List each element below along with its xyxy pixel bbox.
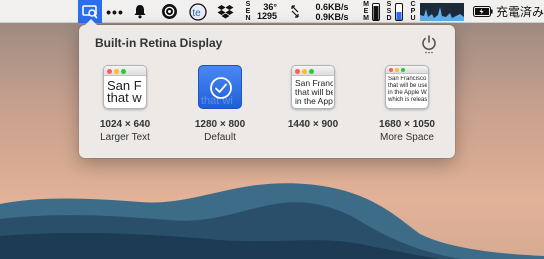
resolution-caption: More Space [380, 132, 434, 143]
checkmark-icon [210, 77, 232, 99]
power-icon[interactable] [419, 34, 439, 54]
resolution-size: 1680 × 1050 [379, 119, 435, 130]
resolution-size: 1024 × 640 [99, 119, 151, 130]
menu-bar: ••• te SEN 36° 1295 0.6KB/s 0.9KB/s MEM … [0, 0, 544, 23]
cpu-label: CPU [408, 0, 418, 23]
memory-label: MEM [361, 0, 371, 23]
network-arrows-icon [288, 0, 302, 23]
preview-text: San Francisco is that will be use in the… [388, 76, 427, 103]
memory-label-text: MEM [363, 1, 369, 22]
ssd-label-text: SSD [386, 1, 392, 22]
memory-gauge[interactable] [371, 0, 381, 23]
resolution-option-1024x640[interactable]: San F that w 1024 × 640 Larger Text [80, 65, 170, 151]
cpu-graph[interactable] [418, 0, 466, 23]
preview-text: San F that w [107, 80, 142, 104]
display-resolution-popover: Built-in Retina Display San F that w 102… [79, 19, 455, 158]
desktop-mountain [0, 183, 544, 259]
resolution-option-1680x1050[interactable]: San Francisco is that will be use in the… [362, 65, 452, 151]
popover-title: Built-in Retina Display [95, 36, 223, 50]
battery-status-label: 充電済み [496, 5, 544, 19]
svg-text:te: te [192, 7, 201, 18]
resolution-size: 1280 × 800 [194, 119, 246, 130]
battery-status-text[interactable]: 充電済み [496, 0, 544, 23]
sensor-label: SEN [245, 1, 251, 22]
resolution-preview-window: San F that w [103, 65, 147, 109]
resolution-preview-window: San Francisco is that will be use in the… [385, 65, 429, 109]
preview-text: San Francisc that will be in the Apple [295, 79, 333, 106]
more-icon[interactable]: ••• [104, 0, 126, 23]
fan-speed-value: 1295 [256, 10, 278, 21]
resolution-caption: Default [204, 132, 236, 143]
resolution-option-1280x800[interactable]: that wi 1280 × 800 Default [175, 65, 265, 151]
resolution-preview-selected: that wi [198, 65, 242, 109]
resolution-preview-window: San Francisc that will be in the Apple [291, 65, 335, 109]
resolution-size: 1440 × 900 [287, 119, 339, 130]
dropbox-icon[interactable] [214, 0, 236, 23]
screenflow-icon[interactable] [158, 0, 180, 23]
cpu-label-text: CPU [410, 1, 416, 22]
te-app-icon[interactable]: te [186, 0, 210, 23]
notification-bell-icon[interactable] [130, 0, 150, 23]
network-speed[interactable]: 0.6KB/s 0.9KB/s [306, 0, 358, 23]
ssd-gauge[interactable] [394, 0, 404, 23]
sensor-values[interactable]: 36° 1295 [254, 0, 280, 23]
resolution-option-1440x900[interactable]: San Francisc that will be in the Apple 1… [268, 65, 358, 151]
ssd-label: SSD [384, 0, 394, 23]
download-speed: 0.9KB/s [315, 11, 349, 22]
upload-speed: 0.6KB/s [315, 1, 349, 12]
battery-icon[interactable] [472, 0, 494, 23]
resolution-caption: Larger Text [100, 132, 150, 143]
